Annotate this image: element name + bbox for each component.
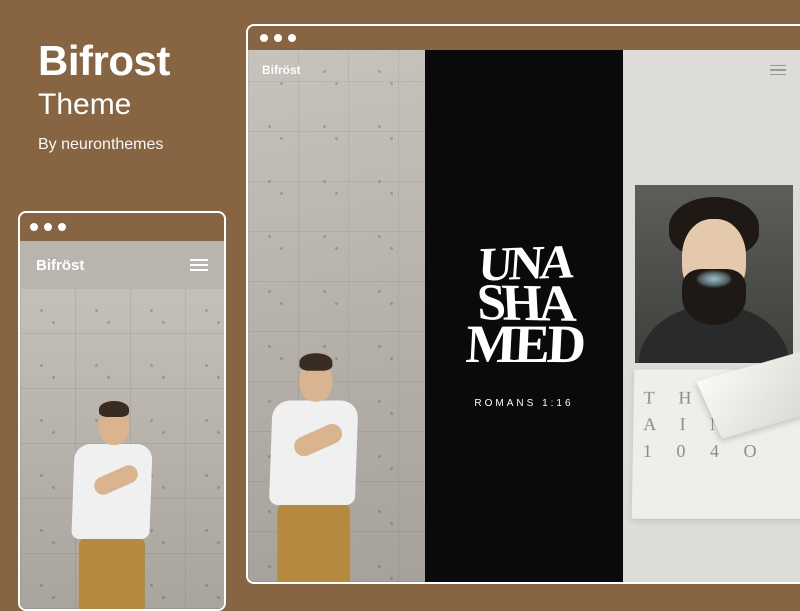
window-dot-icon [260, 34, 268, 42]
lettering-line-3: MED [464, 321, 583, 369]
theme-title: Bifrost [38, 40, 170, 82]
portfolio-panels: UNA SHA MED ROMANS 1:16 T H E R A I N 8 … [248, 50, 800, 582]
unashamed-lettering: UNA SHA MED [466, 243, 583, 369]
hamburger-icon[interactable] [770, 65, 786, 76]
window-dot-icon [58, 223, 66, 231]
portfolio-slide-1[interactable] [248, 50, 425, 582]
portrait-image [635, 185, 793, 363]
mobile-preview: Bifröst [18, 211, 226, 611]
theme-header: Bifrost Theme By neuronthemes [38, 40, 170, 154]
window-dot-icon [288, 34, 296, 42]
desktop-navbar: Bifröst [248, 50, 800, 90]
portfolio-slide-3[interactable]: T H E R A I N 8 1 0 4 O [623, 50, 800, 582]
theme-author: By neuronthemes [38, 136, 170, 154]
mobile-navbar: Bifröst [20, 241, 224, 289]
window-dot-icon [30, 223, 38, 231]
mobile-hero-image [20, 289, 224, 609]
portfolio-slide-2[interactable]: UNA SHA MED ROMANS 1:16 [425, 50, 622, 582]
desktop-brand[interactable]: Bifröst [262, 63, 301, 77]
person-figure [262, 340, 367, 582]
hamburger-icon[interactable] [190, 259, 208, 271]
theme-subtitle: Theme [38, 88, 170, 122]
mobile-window-titlebar [20, 213, 224, 241]
desktop-window-titlebar [248, 26, 800, 50]
desktop-preview: Bifröst UNA SHA MED ROMANS 1:16 [246, 24, 800, 584]
mobile-brand[interactable]: Bifröst [36, 257, 84, 274]
window-dot-icon [44, 223, 52, 231]
person-figure [65, 389, 160, 609]
window-dot-icon [274, 34, 282, 42]
bible-verse: ROMANS 1:16 [474, 398, 573, 409]
